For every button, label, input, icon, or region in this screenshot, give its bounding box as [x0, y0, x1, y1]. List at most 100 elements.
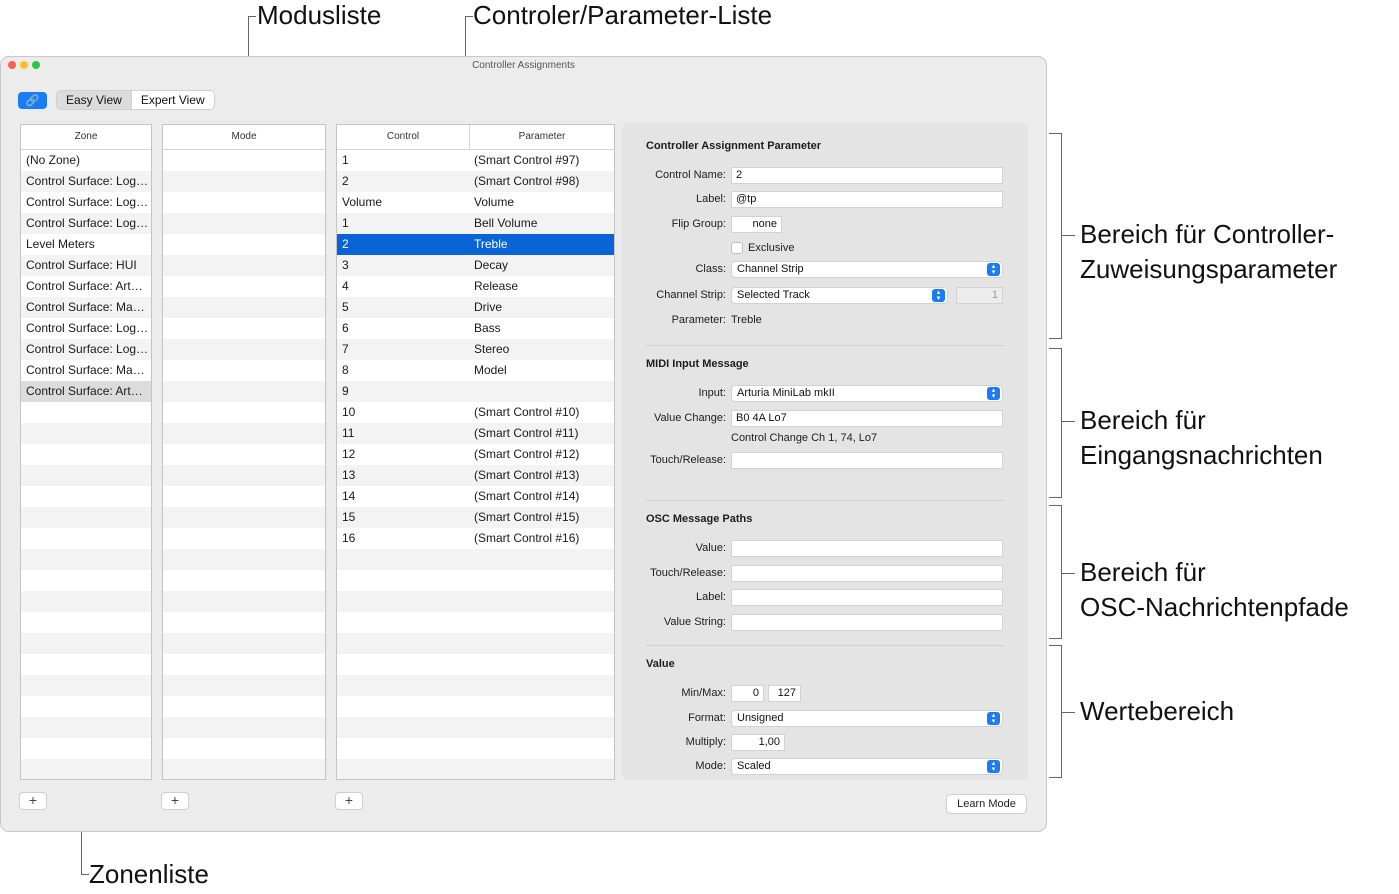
- input-select[interactable]: Arturia MiniLab mkII ▴ ▾: [731, 385, 1003, 402]
- control-list-row[interactable]: 13 (Smart Control #13): [337, 465, 614, 486]
- mode-empty-row: [163, 591, 325, 612]
- osc-value-string-field[interactable]: [731, 614, 1003, 631]
- zone-list-item[interactable]: Control Surface: Ma…: [21, 297, 151, 318]
- zone-list-item[interactable]: Control Surface: Art…: [21, 381, 151, 402]
- min-field[interactable]: 0: [731, 685, 764, 702]
- learn-mode-button[interactable]: Learn Mode: [946, 794, 1027, 814]
- control-list-row[interactable]: 12 (Smart Control #12): [337, 444, 614, 465]
- add-control-button[interactable]: +: [335, 792, 363, 810]
- mode-empty-row: [163, 276, 325, 297]
- osc-touch-field[interactable]: [731, 565, 1003, 582]
- touch-release-field[interactable]: [731, 452, 1003, 469]
- mode-list-header: Mode: [163, 125, 325, 150]
- leader-line: [1061, 235, 1075, 236]
- link-icon: 🔗: [25, 95, 40, 107]
- zone-list-item[interactable]: Control Surface: Log…: [21, 171, 151, 192]
- zone-empty-row: [21, 591, 151, 612]
- channel-strip-select[interactable]: Selected Track ▴ ▾: [731, 287, 948, 304]
- control-list-row[interactable]: 16 (Smart Control #16): [337, 528, 614, 549]
- control-list-row[interactable]: 9: [337, 381, 614, 402]
- parameter-column-header[interactable]: Parameter: [470, 125, 614, 149]
- zone-list-item[interactable]: (No Zone): [21, 150, 151, 171]
- osc-value-field[interactable]: [731, 540, 1003, 557]
- class-select[interactable]: Channel Strip ▴ ▾: [731, 261, 1003, 278]
- parameter-cell: (Smart Control #12): [474, 447, 580, 461]
- control-list-row[interactable]: 3 Decay: [337, 255, 614, 276]
- view-segmented-control: Easy View Expert View: [56, 90, 215, 110]
- control-list-row[interactable]: Volume Volume: [337, 192, 614, 213]
- control-list-row[interactable]: 14 (Smart Control #14): [337, 486, 614, 507]
- parameter-value: Treble: [731, 314, 762, 326]
- mode-column-header[interactable]: Mode: [163, 125, 325, 149]
- control-rows: 1 (Smart Control #97) 2 (Smart Control #98)…: [337, 150, 614, 779]
- osc-touch-label: Touch/Release:: [650, 567, 726, 579]
- control-cell: 5: [342, 300, 349, 314]
- control-list-row[interactable]: 1 (Smart Control #97): [337, 150, 614, 171]
- control-cell: 16: [342, 531, 356, 545]
- control-empty-row: [337, 591, 614, 612]
- flip-group-label: Flip Group:: [671, 218, 726, 230]
- control-list-row[interactable]: 11 (Smart Control #11): [337, 423, 614, 444]
- control-cell: 12: [342, 447, 356, 461]
- control-list-row[interactable]: 10 (Smart Control #10): [337, 402, 614, 423]
- control-list-row[interactable]: 2 Treble: [337, 234, 614, 255]
- mode-empty-row: [163, 150, 325, 171]
- control-list-row[interactable]: 2 (Smart Control #98): [337, 171, 614, 192]
- zone-empty-row: [21, 738, 151, 759]
- control-list-row[interactable]: 5 Drive: [337, 297, 614, 318]
- value-change-field[interactable]: B0 4A Lo7: [731, 410, 1003, 427]
- inspector-panel: Controller Assignment Parameter Control …: [622, 123, 1028, 780]
- add-mode-button[interactable]: +: [161, 792, 189, 810]
- zone-empty-row: [21, 759, 151, 779]
- control-column-header[interactable]: Control: [337, 125, 470, 149]
- control-name-field[interactable]: 2: [731, 167, 1003, 184]
- zone-list-item[interactable]: Level Meters: [21, 234, 151, 255]
- zone-list-item[interactable]: Control Surface: HUI: [21, 255, 151, 276]
- mode-empty-row: [163, 318, 325, 339]
- flip-group-field[interactable]: none: [731, 216, 782, 233]
- multiply-field[interactable]: 1,00: [731, 734, 785, 751]
- min-max-label: Min/Max:: [681, 687, 726, 699]
- control-list-row[interactable]: 6 Bass: [337, 318, 614, 339]
- control-cell: 6: [342, 321, 349, 335]
- expert-view-button[interactable]: Expert View: [130, 91, 214, 109]
- zone-list-item[interactable]: Control Surface: Log…: [21, 339, 151, 360]
- zone-list-item[interactable]: Control Surface: Art…: [21, 276, 151, 297]
- zone-empty-row: [21, 528, 151, 549]
- link-button[interactable]: 🔗: [18, 92, 47, 109]
- mode-select[interactable]: Scaled ▴ ▾: [731, 758, 1003, 775]
- zone-list: Zone (No Zone) Control Surface: Log… Contr…: [20, 124, 152, 780]
- control-list-row[interactable]: 1 Bell Volume: [337, 213, 614, 234]
- mode-label: Mode:: [695, 760, 726, 772]
- parameter-cell: Bass: [474, 321, 501, 335]
- mode-empty-row: [163, 234, 325, 255]
- callout-osc-1: Bereich für: [1080, 557, 1206, 587]
- zone-list-item[interactable]: Control Surface: Log…: [21, 192, 151, 213]
- callout-eingang-1: Bereich für: [1080, 405, 1206, 435]
- control-list-row[interactable]: 8 Model: [337, 360, 614, 381]
- channel-strip-number-field[interactable]: 1: [956, 287, 1003, 304]
- label-field[interactable]: @tp: [731, 191, 1003, 208]
- zone-empty-row: [21, 507, 151, 528]
- exclusive-checkbox[interactable]: [731, 242, 743, 254]
- zone-column-header[interactable]: Zone: [21, 125, 151, 149]
- easy-view-button[interactable]: Easy View: [57, 91, 131, 109]
- zone-empty-row: [21, 717, 151, 738]
- mode-value: Scaled: [737, 760, 771, 772]
- control-list-row[interactable]: 7 Stereo: [337, 339, 614, 360]
- format-select[interactable]: Unsigned ▴ ▾: [731, 710, 1003, 727]
- zone-list-item[interactable]: Control Surface: Log…: [21, 318, 151, 339]
- max-field[interactable]: 127: [768, 685, 801, 702]
- control-empty-row: [337, 654, 614, 675]
- control-cell: Volume: [342, 195, 383, 209]
- zone-list-item[interactable]: Control Surface: Ma…: [21, 360, 151, 381]
- channel-strip-label: Channel Strip:: [656, 289, 726, 301]
- input-value: Arturia MiniLab mkII: [737, 387, 835, 399]
- zone-list-item[interactable]: Control Surface: Log…: [21, 213, 151, 234]
- add-zone-button[interactable]: +: [19, 792, 47, 810]
- control-list-row[interactable]: 15 (Smart Control #15): [337, 507, 614, 528]
- control-list-row[interactable]: 4 Release: [337, 276, 614, 297]
- osc-label-field[interactable]: [731, 589, 1003, 606]
- control-empty-row: [337, 612, 614, 633]
- parameter-cell: (Smart Control #97): [474, 153, 580, 167]
